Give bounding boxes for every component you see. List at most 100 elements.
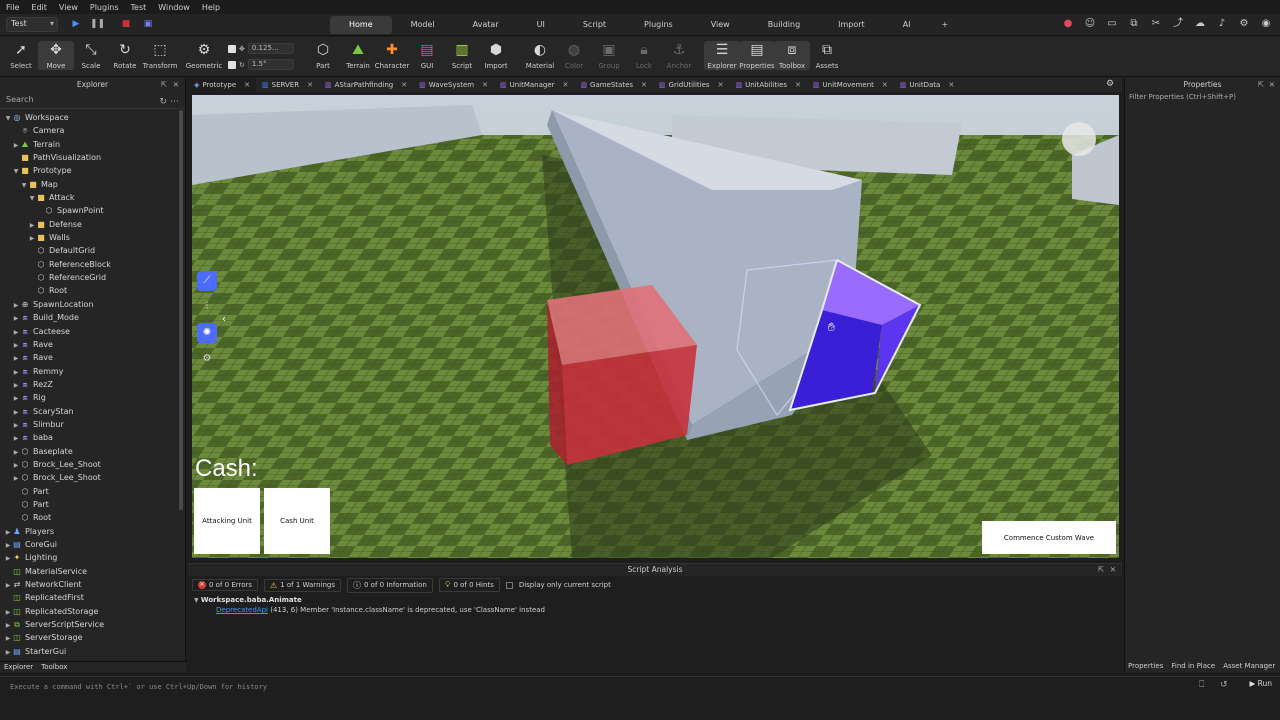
anchor-button[interactable]: ⚓︎ Anchor <box>661 41 697 70</box>
collapsed-arrow-icon[interactable]: ▶ <box>12 472 20 485</box>
explorer-item-root[interactable]: ⬡ Root <box>0 511 185 524</box>
close-tab-icon[interactable]: ✕ <box>882 78 888 92</box>
collapsed-arrow-icon[interactable]: ▶ <box>4 646 12 659</box>
explorer-item-rezz[interactable]: ▶ ⧈ RezZ <box>0 378 185 391</box>
team-create-icon[interactable]: ⧉ <box>1128 17 1140 31</box>
tab-home[interactable]: Home <box>330 16 392 34</box>
terrain-button[interactable]: ⛰ Terrain <box>340 41 376 70</box>
explorer-item-spawnpoint[interactable]: ⬡ SpawnPoint <box>0 204 185 217</box>
collapsed-arrow-icon[interactable]: ▶ <box>28 219 36 232</box>
explorer-item-part[interactable]: ⬡ Part <box>0 498 185 511</box>
transform-tool-button[interactable]: ⬚ Transform <box>142 41 178 70</box>
command-bar-input[interactable]: Execute a command with Ctrl+` or use Ctr… <box>0 676 1280 696</box>
close-tab-icon[interactable]: ✕ <box>641 78 647 92</box>
color-button[interactable]: ◍ Color <box>556 41 592 70</box>
expanded-arrow-icon[interactable]: ▼ <box>12 165 20 178</box>
doc-tab-server[interactable]: ▥ SERVER ✕ <box>256 78 319 92</box>
explorer-item-part[interactable]: ⬡ Part <box>0 485 185 498</box>
explorer-item-players[interactable]: ▶ ♟ Players <box>0 525 185 538</box>
collapsed-arrow-icon[interactable]: ▶ <box>12 299 20 312</box>
explorer-item-baba[interactable]: ▶ ⧈ baba <box>0 431 185 444</box>
settings-icon[interactable]: ⚙ <box>1238 17 1250 31</box>
rotate-snap-checkbox[interactable] <box>228 60 236 69</box>
explorer-item-brock-lee-shoot[interactable]: ▶ ⬡ Brock_Lee_Shoot <box>0 458 185 471</box>
chat-icon[interactable]: ▭ <box>1106 17 1118 31</box>
collapse-strip-icon[interactable]: ‹ <box>222 314 226 325</box>
errors-filter[interactable]: ✕ 0 of 0 Errors <box>192 579 259 591</box>
collapsed-arrow-icon[interactable]: ▶ <box>4 539 12 552</box>
properties-filter-input[interactable]: Filter Properties (Ctrl+Shift+P) <box>1125 91 1280 103</box>
collapsed-arrow-icon[interactable]: ▶ <box>12 366 20 379</box>
explorer-item-workspace[interactable]: ▼ ◎ Workspace <box>0 111 185 124</box>
geometric-mode-button[interactable]: ⚙ Geometric <box>184 41 224 70</box>
doc-tab-unitmovement[interactable]: ▥ UnitMovement ✕ <box>807 78 894 92</box>
tab-building[interactable]: Building <box>749 16 819 34</box>
dock-icon[interactable]: ⇱ <box>1258 78 1264 91</box>
current-script-checkbox[interactable] <box>505 581 513 589</box>
explorer-item-baseplate[interactable]: ▶ ⬡ Baseplate <box>0 445 185 458</box>
explorer-item-scarystan[interactable]: ▶ ⧈ ScaryStan <box>0 405 185 418</box>
dock-icon[interactable]: ⇱ <box>161 78 167 91</box>
notifications-icon[interactable]: ♪ <box>1216 17 1228 31</box>
group-button[interactable]: ▣ Group <box>591 41 627 70</box>
doc-tab-gridutilities[interactable]: ▥ GridUtilities ✕ <box>653 78 730 92</box>
analysis-entry-group[interactable]: ▼ Workspace.baba.Animate <box>188 596 1122 604</box>
information-filter[interactable]: ⓘ 0 of 0 Information <box>346 577 433 593</box>
menu-help[interactable]: Help <box>196 3 226 12</box>
footer-tab-properties[interactable]: Properties <box>1128 661 1163 672</box>
collapsed-arrow-icon[interactable]: ▶ <box>12 326 20 339</box>
bookmark-icon[interactable]: ⎕ <box>1199 680 1204 690</box>
explorer-item-serverscriptservice[interactable]: ▶ ⧉ ServerScriptService <box>0 618 185 631</box>
close-tab-icon[interactable]: ✕ <box>482 78 488 92</box>
explorer-item-cacteese[interactable]: ▶ ⧈ Cacteese <box>0 325 185 338</box>
close-tab-icon[interactable]: ✕ <box>307 78 313 92</box>
run-button[interactable]: ▶ Run <box>1249 679 1272 688</box>
rotate-tool-button[interactable]: ↻ Rotate <box>107 41 143 70</box>
explorer-item-rave[interactable]: ▶ ⧈ Rave <box>0 351 185 364</box>
viewport-settings-icon[interactable]: ⚙ <box>1106 79 1114 89</box>
footer-tab-explorer[interactable]: Explorer <box>4 662 33 672</box>
explorer-item-rave[interactable]: ▶ ⧈ Rave <box>0 338 185 351</box>
explorer-item-map[interactable]: ▼ ■ Map <box>0 178 185 191</box>
close-icon[interactable]: ✕ <box>1110 564 1116 576</box>
entry-rule-link[interactable]: DeprecatedApi <box>216 606 268 614</box>
dock-icon[interactable]: ⇱ <box>1098 564 1104 576</box>
commence-custom-wave-button[interactable]: Commence Custom Wave <box>982 521 1116 554</box>
collapsed-arrow-icon[interactable]: ▶ <box>12 406 20 419</box>
doc-tab-unitmanager[interactable]: ▥ UnitManager ✕ <box>494 78 574 92</box>
refresh-icon[interactable]: ↻ <box>159 97 167 107</box>
explorer-item-prototype[interactable]: ▼ ■ Prototype <box>0 164 185 177</box>
explorer-item-coregui[interactable]: ▶ ▤ CoreGui <box>0 538 185 551</box>
tab-ui[interactable]: UI <box>518 16 564 34</box>
pause-icon[interactable]: ❚❚ <box>90 18 105 30</box>
collapsed-arrow-icon[interactable]: ▶ <box>12 446 20 459</box>
collapsed-arrow-icon[interactable]: ▶ <box>4 619 12 632</box>
doc-tab-wavesystem[interactable]: ▥ WaveSystem ✕ <box>413 78 494 92</box>
collapsed-arrow-icon[interactable]: ▶ <box>12 419 20 432</box>
collapsed-arrow-icon[interactable]: ▶ <box>12 392 20 405</box>
menu-plugins[interactable]: Plugins <box>84 3 125 12</box>
draw-path-icon[interactable]: ⟋ <box>197 271 217 291</box>
tab-view[interactable]: View <box>692 16 749 34</box>
close-tab-icon[interactable]: ✕ <box>563 78 569 92</box>
cloud-icon[interactable]: ☁ <box>1194 17 1206 31</box>
character-button[interactable]: ✚ Character <box>374 41 410 70</box>
explorer-item-referencegrid[interactable]: ⬡ ReferenceGrid <box>0 271 185 284</box>
collaborate-icon[interactable]: ✂ <box>1150 17 1162 31</box>
more-icon[interactable]: ⋯ <box>170 97 179 107</box>
doc-tab-prototype[interactable]: ◈ Prototype ✕ <box>188 78 257 92</box>
share-icon[interactable]: ⤴ <box>1172 17 1184 31</box>
doc-tab-astarpathfinding[interactable]: ▥ AStarPathfinding ✕ <box>319 78 413 92</box>
tab-model[interactable]: Model <box>392 16 454 34</box>
collapsed-arrow-icon[interactable]: ▶ <box>4 579 12 592</box>
history-icon[interactable]: ↺ <box>1220 680 1228 690</box>
hints-filter[interactable]: 💡︎ 0 of 0 Hints <box>438 578 500 592</box>
explorer-toggle-button[interactable]: ☰ Explorer <box>704 41 740 70</box>
script-button[interactable]: ▥ Script <box>444 41 480 70</box>
close-tab-icon[interactable]: ✕ <box>401 78 407 92</box>
explorer-item-attack[interactable]: ▼ ■ Attack <box>0 191 185 204</box>
expanded-arrow-icon[interactable]: ▼ <box>28 192 36 205</box>
explorer-item-root[interactable]: ⬡ Root <box>0 284 185 297</box>
explorer-item-replicatedstorage[interactable]: ▶ ◫ ReplicatedStorage <box>0 605 185 618</box>
menu-edit[interactable]: Edit <box>25 3 53 12</box>
